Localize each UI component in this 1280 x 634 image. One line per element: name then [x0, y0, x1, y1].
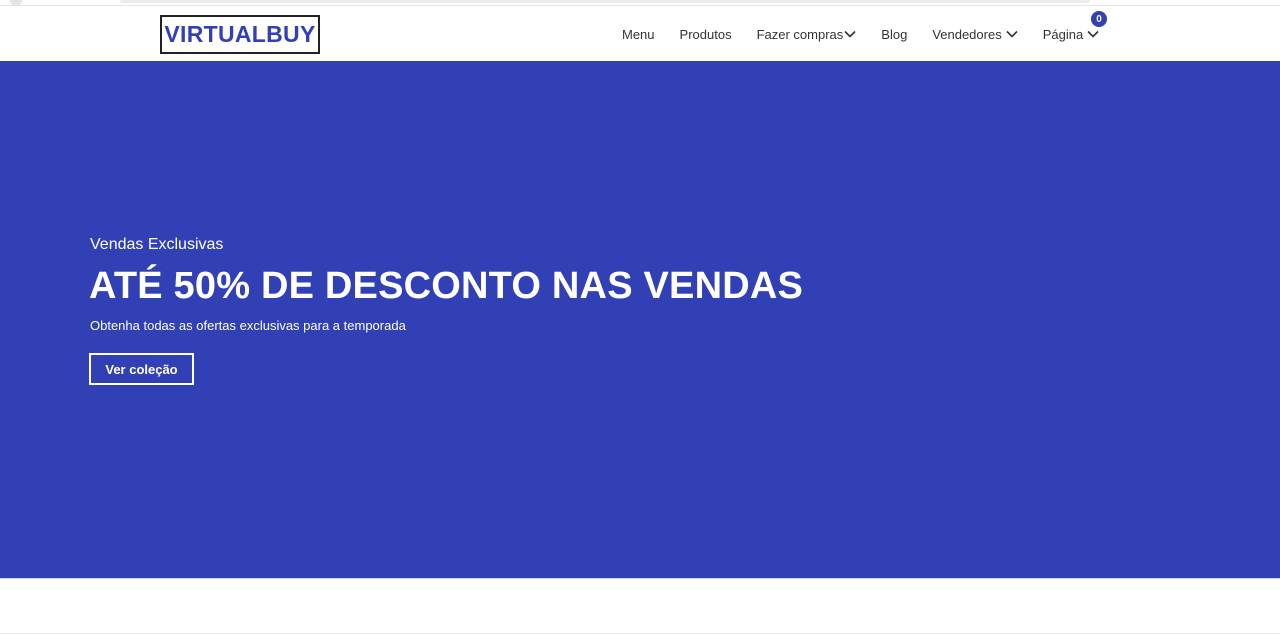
nav-item-vendedores[interactable]: Vendedores	[932, 26, 1018, 42]
hero-banner: Vendas Exclusivas ATÉ 50% DE DESCONTO NA…	[0, 61, 1280, 579]
main-nav: Menu Produtos Fazer compras Blog Vendedo…	[622, 7, 1099, 61]
nav-item-produtos[interactable]: Produtos	[680, 27, 732, 42]
nav-item-label: Fazer compras	[756, 26, 844, 42]
hero-title: ATÉ 50% DE DESCONTO NAS VENDAS	[89, 265, 804, 307]
browser-control-dot	[10, 0, 22, 6]
nav-item-menu[interactable]: Menu	[622, 27, 655, 42]
cart-count-badge[interactable]: 0	[1091, 11, 1107, 27]
chevron-down-icon	[1006, 30, 1018, 38]
hero-subtitle: Vendas Exclusivas	[90, 236, 224, 253]
nav-item-label: Menu	[622, 26, 655, 42]
nav-item-label: Blog	[881, 26, 908, 42]
content-area	[0, 580, 1280, 634]
browser-top-strip	[0, 0, 1280, 6]
nav-item-blog[interactable]: Blog	[881, 27, 907, 42]
view-collection-button[interactable]: Ver coleção	[89, 353, 194, 385]
site-logo[interactable]: VIRTUALBUY	[160, 15, 320, 54]
hero-description: Obtenha todas as ofertas exclusivas para…	[90, 318, 406, 333]
nav-item-label: Produtos	[679, 26, 732, 42]
chevron-down-icon	[844, 30, 856, 38]
browser-top-bar	[120, 0, 1090, 3]
nav-item-fazer-compras[interactable]: Fazer compras	[757, 27, 857, 42]
chevron-down-icon	[1087, 30, 1099, 38]
site-header: VIRTUALBUY Menu Produtos Fazer compras B…	[0, 7, 1280, 61]
nav-item-pagina[interactable]: Página	[1043, 27, 1099, 42]
nav-item-label: Página	[1042, 26, 1084, 42]
nav-item-label: Vendedores	[932, 26, 1002, 42]
